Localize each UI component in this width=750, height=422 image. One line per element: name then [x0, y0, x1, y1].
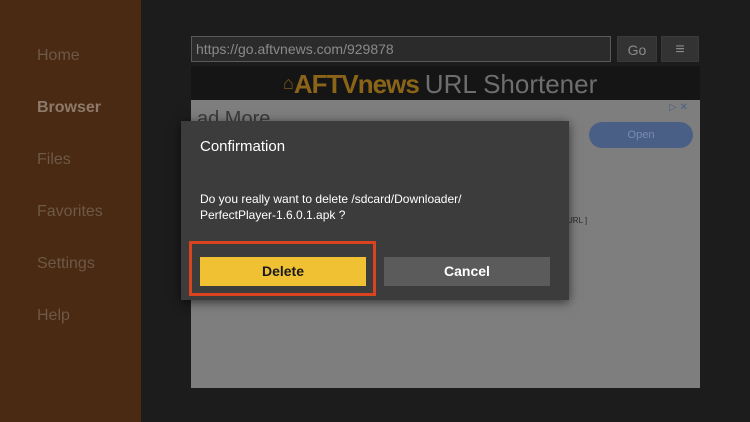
- sidebar-item-favorites[interactable]: Favorites: [37, 203, 103, 221]
- menu-icon[interactable]: ≡: [661, 36, 699, 62]
- url-input[interactable]: https://go.aftvnews.com/929878: [191, 36, 611, 62]
- ad-open-button[interactable]: Open: [589, 122, 693, 148]
- dialog-message-text: Do you really want to delete /sdcard/Dow…: [200, 192, 462, 222]
- confirmation-dialog: Confirmation Do you really want to delet…: [181, 121, 569, 300]
- dialog-title: Confirmation: [200, 138, 286, 155]
- cancel-button[interactable]: Cancel: [384, 257, 550, 286]
- sidebar-item-help[interactable]: Help: [37, 307, 70, 325]
- sidebar-item-home[interactable]: Home: [37, 47, 80, 65]
- page-text-fragment: URL ]: [567, 216, 588, 225]
- logo-brand: AFTVnews: [293, 69, 420, 99]
- sidebar: Home Browser Files Favorites Settings He…: [0, 0, 141, 422]
- tv-icon: ⌂: [283, 73, 294, 93]
- sidebar-item-settings[interactable]: Settings: [37, 255, 95, 273]
- delete-button[interactable]: Delete: [200, 257, 366, 286]
- site-header: ⌂AFTVnews URL Shortener: [191, 66, 700, 100]
- site-logo: ⌂AFTVnews URL Shortener: [283, 69, 597, 100]
- sidebar-item-browser[interactable]: Browser: [37, 99, 101, 117]
- sidebar-item-files[interactable]: Files: [37, 151, 71, 169]
- go-button[interactable]: Go: [617, 36, 657, 62]
- dialog-message: Do you really want to delete /sdcard/Dow…: [200, 191, 530, 223]
- ad-close-icon[interactable]: ▷ ✕: [669, 102, 688, 113]
- logo-tagline: URL Shortener: [424, 69, 598, 99]
